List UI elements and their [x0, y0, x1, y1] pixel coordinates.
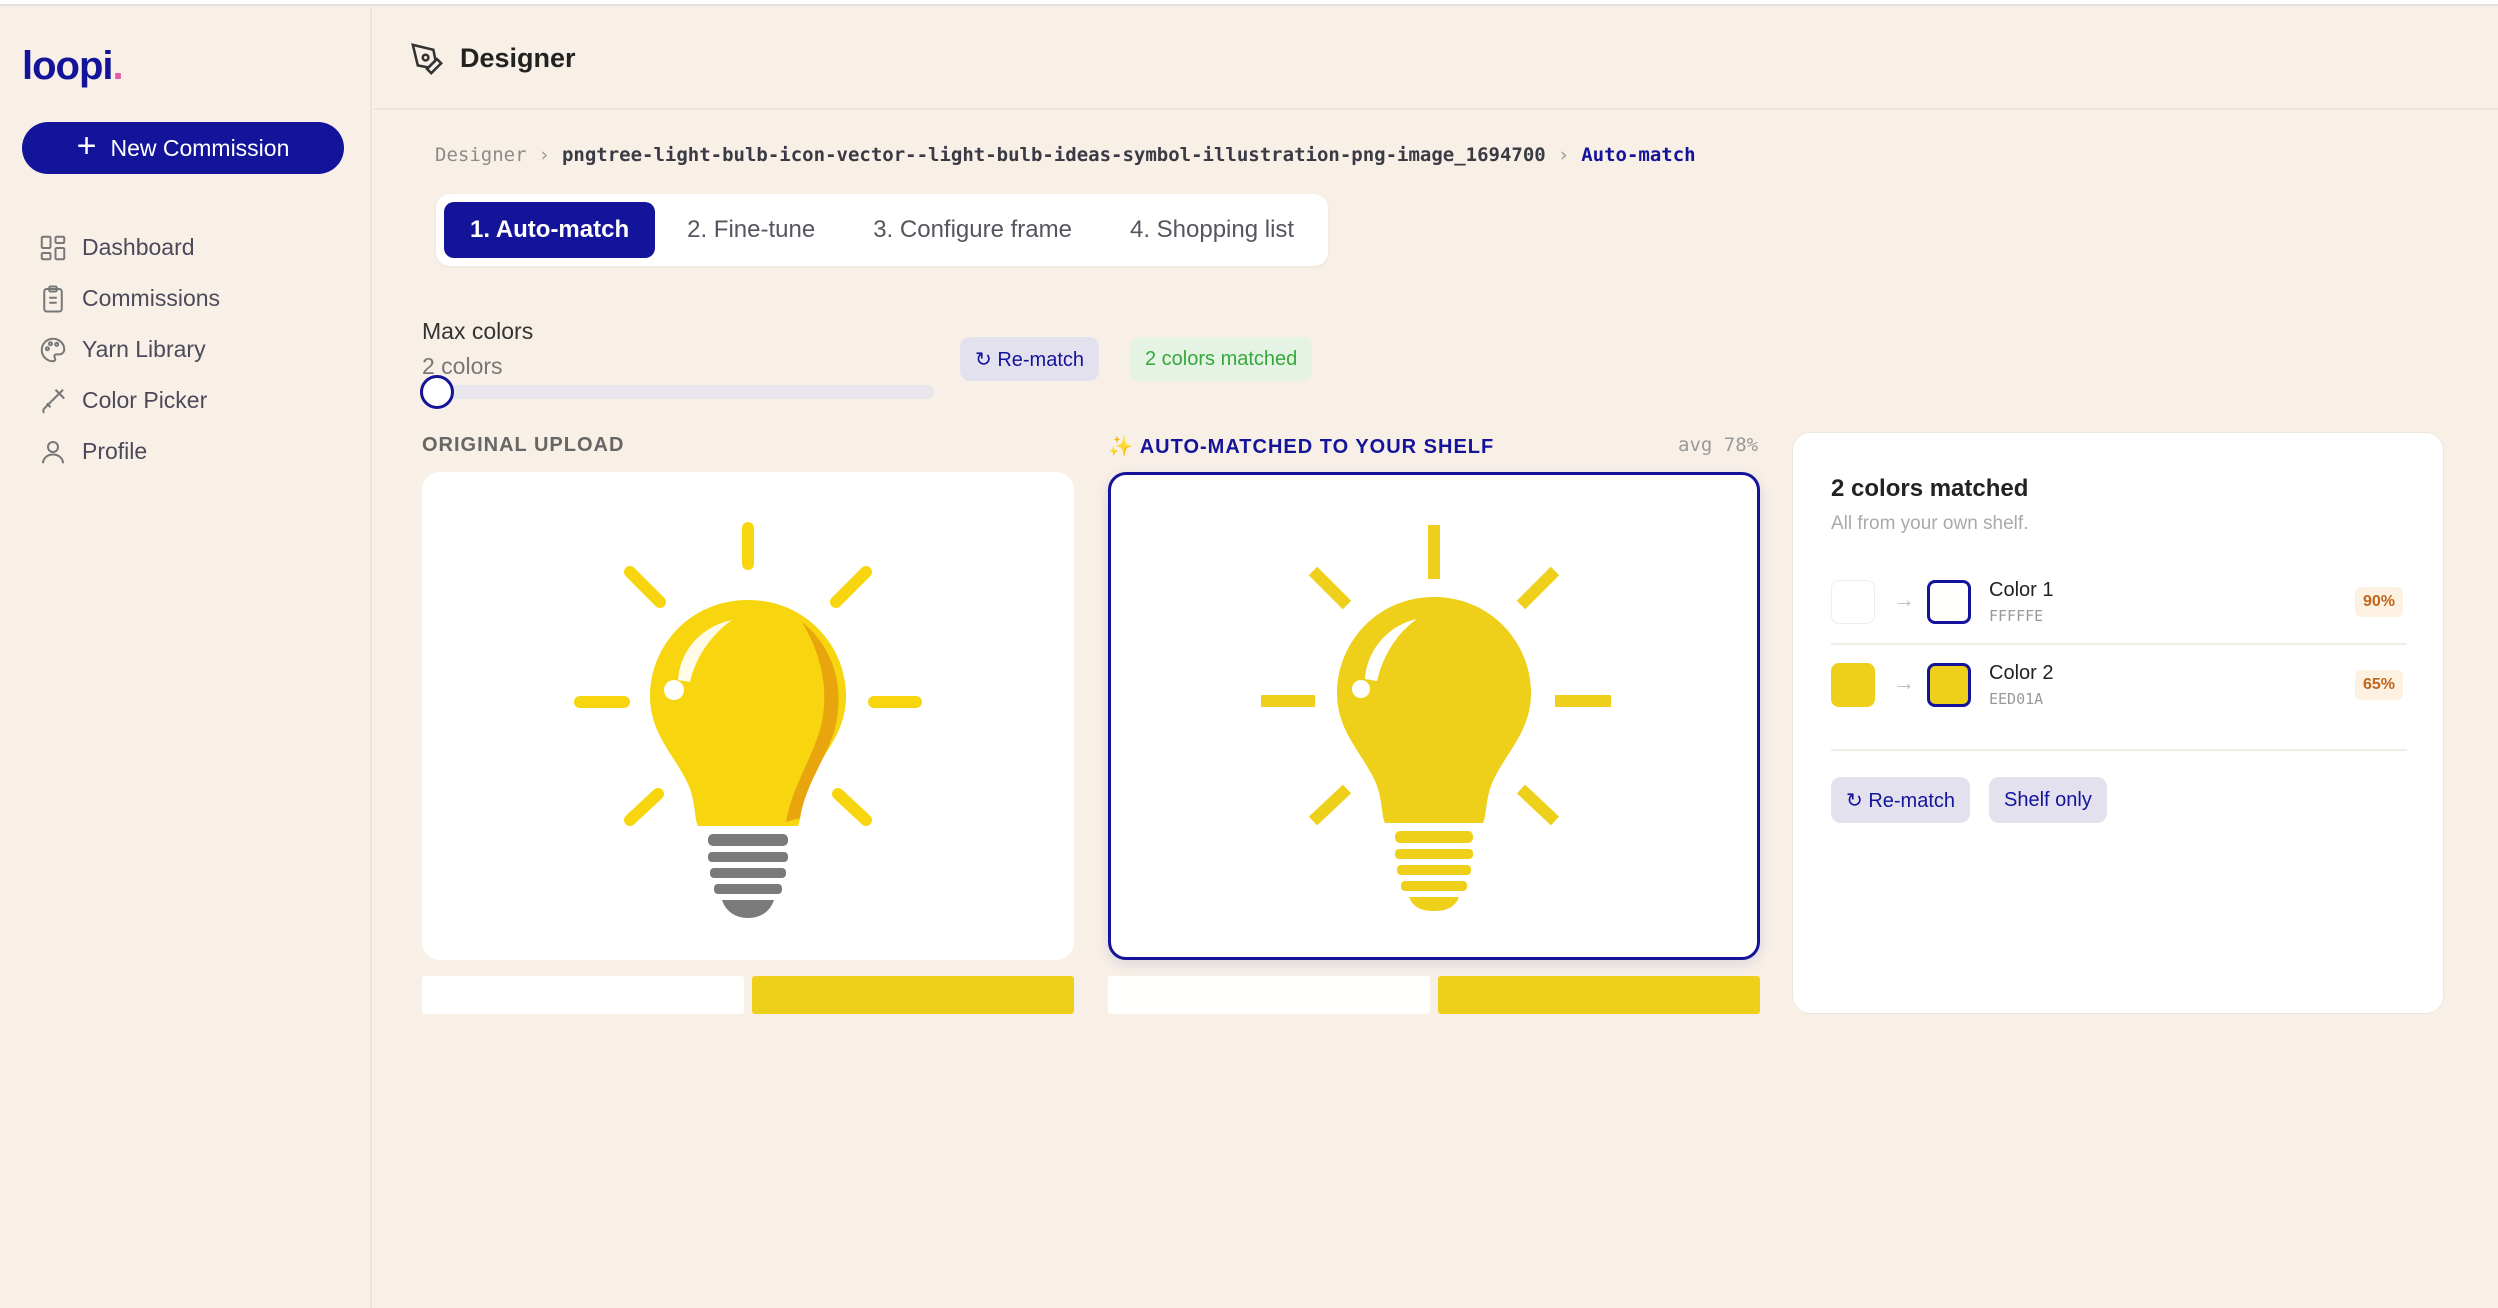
max-colors-label: Max colors	[422, 318, 534, 344]
auto-matched-label: ✨ AUTO-MATCHED TO YOUR SHELF	[1108, 436, 1495, 458]
original-image-card	[422, 472, 1074, 960]
color-match-row[interactable]: → Color 1 FFFFFE 90%	[1831, 561, 2407, 643]
slider-thumb[interactable]	[420, 375, 454, 409]
plus-icon: +	[76, 127, 97, 165]
sidebar-item-label: Color Picker	[82, 387, 208, 413]
sidebar-item-yarn-library[interactable]: Yarn Library	[38, 324, 220, 375]
max-colors-control: Max colors 2 colors	[422, 318, 533, 380]
sidebar-item-label: Commissions	[82, 285, 221, 311]
matched-color-swatch[interactable]	[1927, 663, 1971, 707]
palette-icon	[40, 337, 66, 362]
tab-shopping-list[interactable]: 4. Shopping list	[1104, 202, 1320, 258]
brush-icon	[42, 388, 65, 414]
page-header: Designer	[374, 8, 2498, 110]
window-top-border	[0, 0, 2498, 6]
matched-color-swatch[interactable]	[1927, 580, 1971, 624]
light-bulb-matched-image	[1261, 525, 1611, 911]
grid-icon	[40, 235, 66, 260]
sidebar-item-color-picker[interactable]: Color Picker	[38, 375, 220, 426]
source-color-swatch	[1831, 663, 1875, 707]
new-commission-button[interactable]: + New Commission	[22, 122, 344, 174]
step-tabs: 1. Auto-match 2. Fine-tune 3. Configure …	[436, 194, 1329, 266]
palette-bar-original-2	[752, 976, 1074, 1014]
average-match-score: avg 78%	[1678, 434, 1759, 456]
max-colors-slider[interactable]	[420, 375, 934, 409]
new-commission-label: New Commission	[110, 134, 290, 161]
sidebar: loopi. + New Commission Dashboard Commis…	[0, 8, 372, 1308]
color-name: Color 2	[1989, 662, 2054, 684]
rematch-button[interactable]: ↻ Re-match	[960, 337, 1100, 381]
palette-bar-original-1	[422, 976, 744, 1014]
section-divider	[1831, 749, 2407, 751]
arrow-right-icon: →	[1893, 587, 1915, 612]
tab-configure-frame[interactable]: 3. Configure frame	[847, 202, 1098, 258]
sidebar-item-profile[interactable]: Profile	[38, 426, 220, 477]
logo[interactable]: loopi.	[22, 44, 124, 89]
color-match-row[interactable]: → Color 2 EED01A 65%	[1831, 644, 2407, 726]
original-upload-label: ORIGINAL UPLOAD	[422, 434, 625, 456]
shelf-only-button[interactable]: Shelf only	[1989, 777, 2107, 823]
clipboard-icon	[43, 285, 63, 312]
tab-auto-match[interactable]: 1. Auto-match	[444, 202, 656, 258]
breadcrumb-current: Auto-match	[1581, 144, 1696, 166]
breadcrumb: Designer › pngtree-light-bulb-icon-vecto…	[435, 144, 1696, 166]
arrow-right-icon: →	[1893, 670, 1915, 695]
panel-subtitle: All from your own shelf.	[1831, 513, 2029, 534]
color-hex: EED01A	[1989, 690, 2044, 708]
panel-rematch-button[interactable]: ↻ Re-match	[1831, 777, 1971, 823]
sidebar-item-label: Dashboard	[82, 234, 195, 260]
breadcrumb-file[interactable]: pngtree-light-bulb-icon-vector--light-bu…	[562, 144, 1546, 166]
source-color-swatch	[1831, 580, 1875, 624]
tab-fine-tune[interactable]: 2. Fine-tune	[661, 202, 841, 258]
color-hex: FFFFFE	[1989, 607, 2044, 625]
logo-text: loopi	[22, 44, 114, 88]
page-title: Designer	[460, 43, 576, 73]
user-icon	[42, 440, 64, 463]
matched-colors-panel: 2 colors matched All from your own shelf…	[1792, 432, 2444, 1014]
sidebar-item-label: Profile	[82, 438, 148, 464]
palette-bar-matched-2	[1438, 976, 1760, 1014]
light-bulb-original-image	[574, 522, 922, 918]
palette-bar-matched-1	[1108, 976, 1430, 1014]
sidebar-item-dashboard[interactable]: Dashboard	[38, 222, 220, 273]
match-percent-badge: 65%	[2354, 670, 2403, 700]
pen-tool-icon	[411, 43, 443, 75]
panel-title: 2 colors matched	[1831, 475, 2029, 502]
logo-dot: .	[112, 44, 124, 88]
color-name: Color 1	[1989, 579, 2054, 601]
sidebar-nav: Dashboard Commissions Yarn Library Color…	[38, 222, 220, 477]
match-percent-badge: 90%	[2354, 587, 2403, 617]
breadcrumb-root[interactable]: Designer	[435, 144, 527, 166]
auto-matched-image-card[interactable]	[1108, 472, 1760, 960]
sidebar-item-label: Yarn Library	[82, 336, 206, 362]
chevron-right-icon: ›	[538, 144, 550, 166]
sidebar-item-commissions[interactable]: Commissions	[38, 273, 220, 324]
chevron-right-icon: ›	[1557, 144, 1570, 166]
matched-status-badge: 2 colors matched	[1130, 337, 1313, 381]
